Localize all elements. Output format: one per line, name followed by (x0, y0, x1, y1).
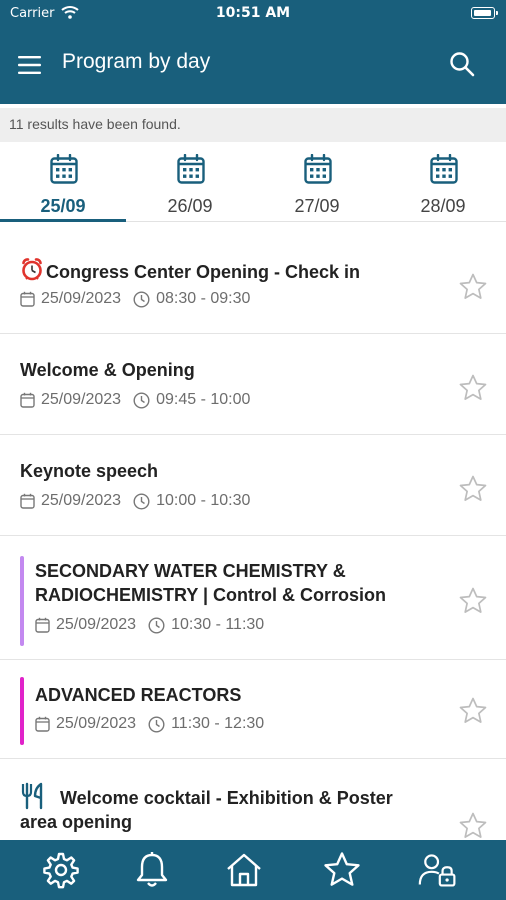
track-color-bar (20, 556, 24, 646)
hamburger-menu-icon[interactable] (17, 52, 43, 78)
search-icon[interactable] (448, 50, 476, 78)
bottom-navigation (0, 840, 506, 900)
settings-icon[interactable] (41, 850, 81, 890)
session-time: 11:30 - 12:30 (171, 715, 265, 732)
status-bar: Carrier 10:51 AM (0, 0, 506, 28)
session-time: 10:00 - 10:30 (156, 492, 251, 509)
session-title-text: Congress Center Opening - Check in (46, 262, 361, 282)
clock-icon (148, 715, 165, 733)
session-title: SECONDARY WATER CHEMISTRY & RADIOCHEMIST… (35, 559, 386, 607)
session-date: 25/09/2023 (41, 391, 122, 408)
tab-day-28-09[interactable]: 28/09 (380, 144, 506, 222)
favorite-star-icon[interactable] (458, 272, 488, 302)
calendar-icon (304, 154, 332, 184)
favorite-star-icon[interactable] (458, 811, 488, 840)
session-date: 25/09/2023 (41, 492, 122, 509)
calendar-icon (430, 154, 458, 184)
calendar-icon (177, 154, 205, 184)
battery-icon (471, 7, 498, 19)
tab-day-26-09[interactable]: 26/09 (127, 144, 253, 222)
session-item-congress-opening[interactable]: Congress Center Opening - Check in 25/09… (0, 222, 506, 334)
session-date: 25/09/2023 (56, 616, 137, 633)
calendar-outline-icon (20, 493, 35, 509)
app-bar: Program by day (0, 28, 506, 104)
session-time: 10:30 - 11:30 (171, 616, 265, 633)
clock-time: 10:51 AM (215, 5, 291, 21)
session-title: ADVANCED REACTORS (35, 685, 242, 705)
session-title-line: area opening (20, 812, 133, 832)
session-meta: 25/09/2023 08:30 - 09:30 (20, 290, 250, 308)
session-title: Welcome & Opening (20, 360, 195, 380)
session-time: 08:30 - 09:30 (156, 290, 251, 307)
day-tabs: 25/09 26/09 27/09 28/09 (0, 144, 506, 222)
tab-label: 27/09 (294, 196, 340, 216)
favorite-star-icon[interactable] (458, 474, 488, 504)
tab-label: 28/09 (420, 196, 466, 216)
fork-knife-icon (21, 782, 43, 810)
calendar-outline-icon (35, 716, 50, 732)
session-title: Congress Center Opening - Check in (20, 257, 360, 284)
tab-day-27-09[interactable]: 27/09 (254, 144, 380, 222)
session-meta: 25/09/2023 09:45 - 10:00 (20, 391, 250, 409)
session-time: 09:45 - 10:00 (156, 391, 251, 408)
favorite-star-icon[interactable] (458, 373, 488, 403)
clock-icon (133, 290, 150, 308)
star-icon[interactable] (322, 850, 362, 890)
session-item-advanced-reactors[interactable]: ADVANCED REACTORS 25/09/2023 11:30 - 12:… (0, 660, 506, 759)
bell-icon[interactable] (132, 850, 172, 890)
session-item-secondary-water-chemistry[interactable]: SECONDARY WATER CHEMISTRY & RADIOCHEMIST… (0, 536, 506, 660)
tab-day-25-09[interactable]: 25/09 (0, 144, 126, 222)
clock-icon (133, 492, 150, 510)
session-title-line: SECONDARY WATER CHEMISTRY & (35, 561, 346, 581)
session-title-line: Welcome cocktail - Exhibition & Poster (60, 788, 393, 808)
session-list: Congress Center Opening - Check in 25/09… (0, 222, 506, 840)
session-item-welcome-cocktail[interactable]: Welcome cocktail - Exhibition & Poster a… (0, 759, 506, 840)
calendar-outline-icon (35, 617, 50, 633)
session-date: 25/09/2023 (56, 715, 137, 732)
calendar-outline-icon (20, 291, 35, 307)
home-icon[interactable] (224, 850, 264, 890)
tab-label: 26/09 (167, 196, 213, 216)
session-meta: 25/09/2023 11:30 - 12:30 (35, 715, 264, 733)
session-item-welcome-opening[interactable]: Welcome & Opening 25/09/2023 09:45 - 10:… (0, 334, 506, 435)
session-item-keynote[interactable]: Keynote speech 25/09/2023 10:00 - 10:30 (0, 435, 506, 536)
calendar-outline-icon (20, 392, 35, 408)
track-color-bar (20, 677, 24, 745)
session-title: Keynote speech (20, 461, 159, 481)
calendar-icon (50, 154, 78, 184)
page-title: Program by day (62, 50, 211, 73)
tab-label: 25/09 (40, 196, 86, 216)
favorite-star-icon[interactable] (458, 696, 488, 726)
favorite-star-icon[interactable] (458, 586, 488, 616)
alarm-clock-icon (22, 258, 42, 281)
session-meta: 25/09/2023 10:00 - 10:30 (20, 492, 250, 510)
clock-icon (133, 391, 150, 409)
session-date: 25/09/2023 (41, 290, 122, 307)
user-lock-icon[interactable] (418, 850, 458, 890)
results-count: 11 results have been found. (0, 108, 506, 142)
session-meta: 25/09/2023 10:30 - 11:30 (35, 616, 264, 634)
clock-icon (148, 616, 165, 634)
session-title-line: RADIOCHEMISTRY | Control & Corrosion (35, 585, 387, 605)
